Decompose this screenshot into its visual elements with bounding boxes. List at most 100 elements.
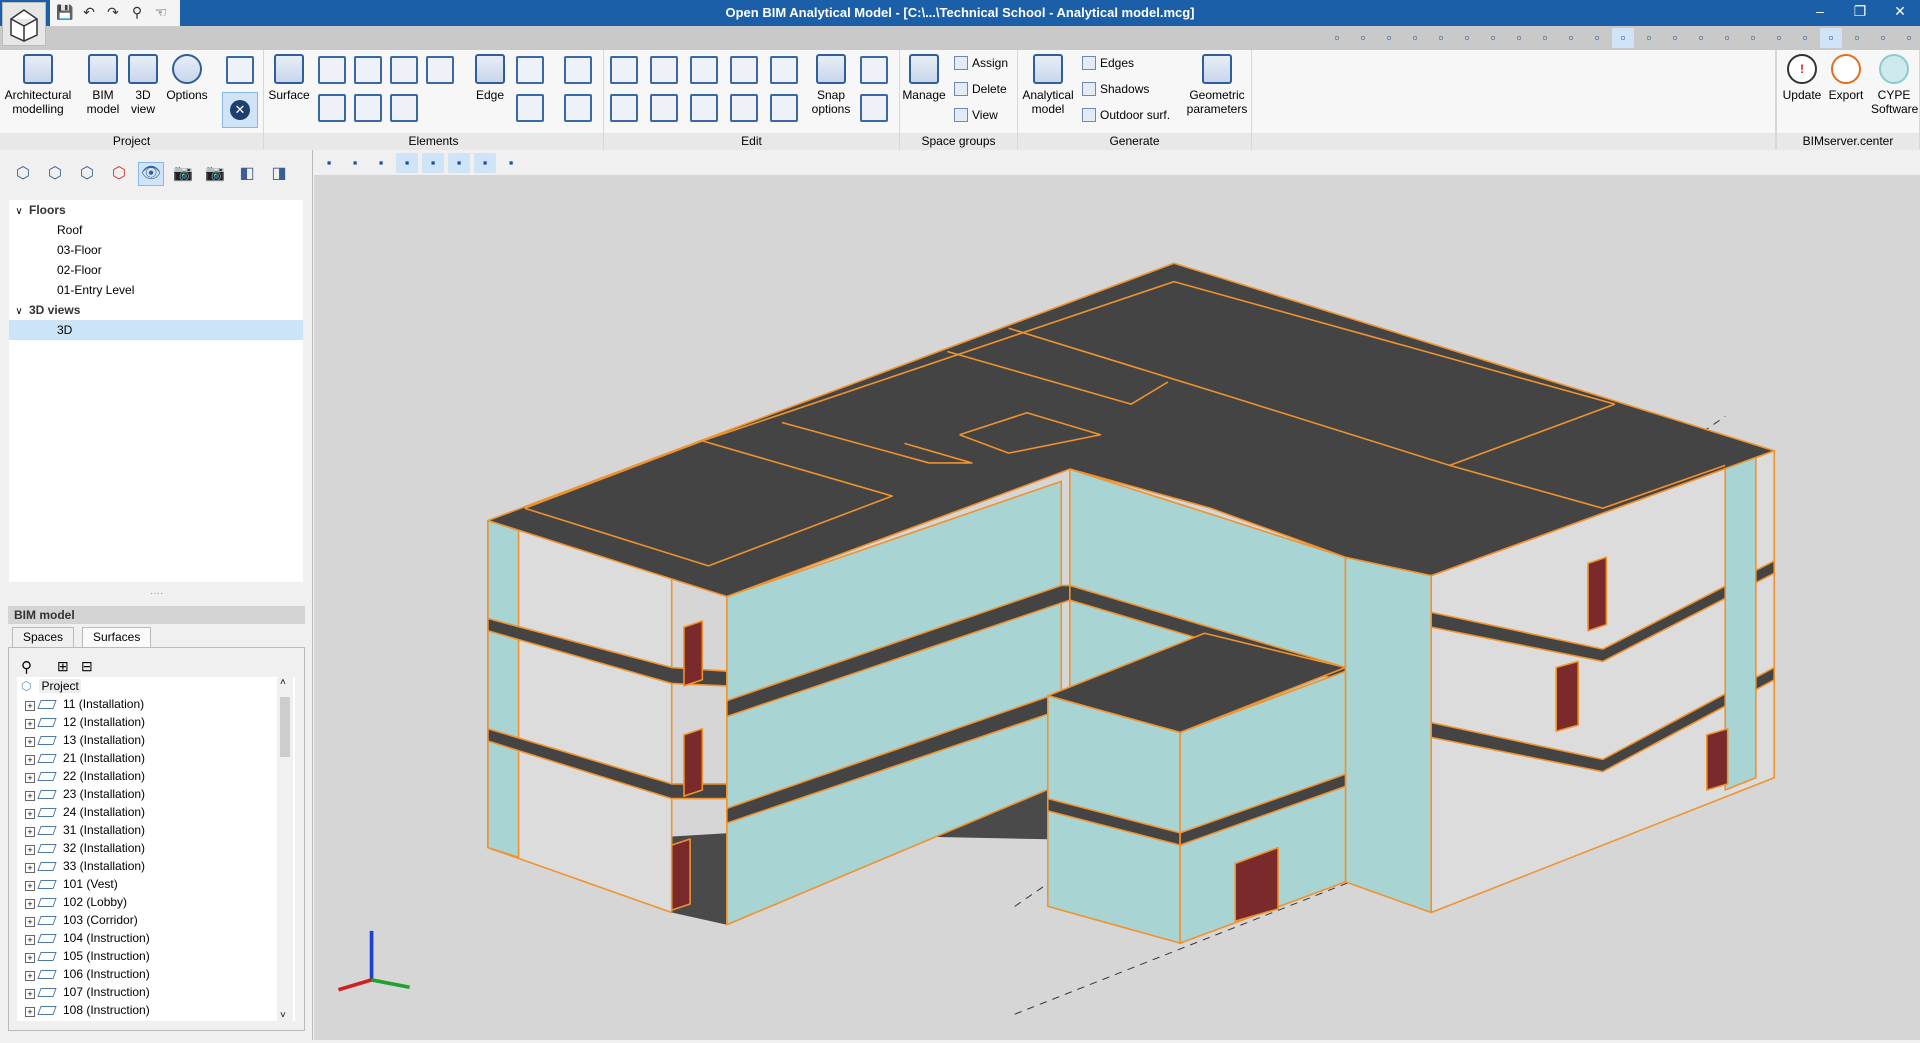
duplicate-surface-icon[interactable]: [318, 94, 346, 122]
copy-icon[interactable]: [730, 56, 758, 84]
list-item[interactable]: +103 (Corridor): [17, 911, 295, 929]
expand-icon[interactable]: +: [25, 773, 35, 783]
zoom-extents-icon[interactable]: ▫: [1326, 28, 1348, 48]
edges-button[interactable]: Edges: [1082, 56, 1134, 70]
edit-surface-icon[interactable]: [318, 56, 346, 84]
edge-button[interactable]: Edge: [470, 54, 510, 102]
zoom-select-icon[interactable]: ▫: [1430, 28, 1452, 48]
parallel-edges-icon[interactable]: [516, 94, 544, 122]
wall-profile-icon[interactable]: [564, 56, 592, 84]
tree-root-project[interactable]: ⬡ Project: [17, 677, 295, 695]
move-vertical-icon[interactable]: [650, 94, 678, 122]
measure-icon[interactable]: [730, 94, 758, 122]
edge-diagonal-icon[interactable]: [516, 56, 544, 84]
splitter-handle[interactable]: ····: [150, 588, 163, 599]
camera-icon[interactable]: 📷: [170, 162, 196, 186]
refresh-icon[interactable]: ▫: [1404, 28, 1426, 48]
mirror-vertical-icon[interactable]: [690, 94, 718, 122]
undo-icon[interactable]: ↶: [80, 4, 98, 22]
expand-icon[interactable]: +: [25, 881, 35, 891]
eye-view-icon[interactable]: 👁: [138, 162, 164, 186]
rotate-view-icon[interactable]: ▪: [370, 153, 392, 173]
expand-icon[interactable]: +: [25, 971, 35, 981]
list-item[interactable]: +106 (Instruction): [17, 965, 295, 983]
tree-item[interactable]: Roof: [9, 220, 303, 240]
layers-icon[interactable]: ▫: [1794, 28, 1816, 48]
align-up-icon[interactable]: [770, 94, 798, 122]
app-menu-button[interactable]: [2, 2, 46, 46]
surface-view-icon[interactable]: ▪: [422, 153, 444, 173]
collapse-all-icon[interactable]: ⊟: [81, 658, 93, 675]
list-item[interactable]: +33 (Installation): [17, 857, 295, 875]
update-button[interactable]: ! Update: [1781, 54, 1823, 102]
copy-view-icon[interactable]: ⬡: [74, 162, 100, 186]
tree-group-views[interactable]: ∨ 3D views: [9, 300, 303, 320]
keyboard-icon[interactable]: ▫: [1690, 28, 1712, 48]
manage-button[interactable]: Manage: [902, 54, 946, 102]
save-icon[interactable]: 💾: [56, 4, 74, 22]
tree-item[interactable]: 03-Floor: [9, 240, 303, 260]
expand-icon[interactable]: +: [25, 1007, 35, 1017]
align-down-icon[interactable]: [770, 56, 798, 84]
dxf-import-icon[interactable]: ▫: [1534, 28, 1556, 48]
dimension-icon[interactable]: ▫: [1716, 28, 1738, 48]
scroll-up-icon[interactable]: ˄: [280, 677, 286, 688]
3d-view-button[interactable]: 3D view: [125, 54, 161, 116]
list-item[interactable]: +13 (Installation): [17, 731, 295, 749]
redo-icon[interactable]: ↷: [104, 4, 122, 22]
building-model[interactable]: [314, 175, 1920, 1040]
delete-button[interactable]: Delete: [954, 82, 1007, 96]
snap-options-button[interactable]: Snap options: [808, 54, 854, 116]
expand-icon[interactable]: +: [25, 755, 35, 765]
expand-icon[interactable]: +: [25, 917, 35, 927]
3d-view-icon[interactable]: ▪: [500, 153, 522, 173]
list-item[interactable]: +105 (Instruction): [17, 947, 295, 965]
expand-icon[interactable]: +: [25, 791, 35, 801]
surface-button[interactable]: Surface: [266, 54, 312, 102]
expand-icon[interactable]: +: [25, 863, 35, 873]
axes-icon[interactable]: ▪: [318, 153, 340, 173]
tree-item[interactable]: 01-Entry Level: [9, 280, 303, 300]
pan-icon[interactable]: ▫: [1456, 28, 1478, 48]
zoom-2x-icon[interactable]: ▫: [1378, 28, 1400, 48]
view-cube-icon[interactable]: [860, 56, 888, 84]
close-button[interactable]: ✕: [1880, 3, 1920, 20]
architectural-modelling-button[interactable]: Architectural modelling: [2, 54, 74, 116]
section-box-icon[interactable]: ◧: [234, 162, 260, 186]
view-window-icon[interactable]: ▫: [1508, 28, 1530, 48]
list-item[interactable]: +104 (Instruction): [17, 929, 295, 947]
list-item[interactable]: +101 (Vest): [17, 875, 295, 893]
floor-view-icon[interactable]: ▪: [448, 153, 470, 173]
restore-button[interactable]: ❐: [1840, 3, 1880, 20]
comment-icon[interactable]: ▫: [1820, 28, 1842, 48]
search-icon[interactable]: ⚲: [21, 658, 32, 676]
list-item[interactable]: +107 (Instruction): [17, 983, 295, 1001]
opening-icon[interactable]: [390, 94, 418, 122]
cancel-button[interactable]: ✕: [222, 92, 258, 128]
list-item[interactable]: +102 (Lobby): [17, 893, 295, 911]
list-item[interactable]: +108 (Instruction): [17, 1001, 295, 1019]
frame-icon[interactable]: ▫: [1612, 28, 1634, 48]
tools-icon[interactable]: ▫: [1846, 28, 1868, 48]
expand-icon[interactable]: +: [25, 845, 35, 855]
delete-view-icon[interactable]: ⬡: [106, 162, 132, 186]
snap-point-icon[interactable]: ▫: [1664, 28, 1686, 48]
bim-model-button[interactable]: BIM model: [84, 54, 122, 116]
expand-icon[interactable]: +: [25, 899, 35, 909]
camera-export-icon[interactable]: 📷: [202, 162, 228, 186]
wall-view-icon[interactable]: ▪: [396, 153, 418, 173]
expand-all-icon[interactable]: ⊞: [57, 658, 69, 675]
tab-surfaces[interactable]: Surfaces: [82, 627, 152, 647]
zoom-window-icon[interactable]: ▫: [1352, 28, 1374, 48]
expand-icon[interactable]: +: [25, 827, 35, 837]
edit-cube-icon[interactable]: [860, 94, 888, 122]
view-button[interactable]: View: [954, 108, 998, 122]
add-view-icon[interactable]: ⬡: [10, 162, 36, 186]
expand-icon[interactable]: +: [25, 701, 35, 711]
list-item[interactable]: +23 (Installation): [17, 785, 295, 803]
cut-surface-icon[interactable]: [354, 94, 382, 122]
list-item[interactable]: +32 (Installation): [17, 839, 295, 857]
grid-icon[interactable]: ▫: [1638, 28, 1660, 48]
dxf-layers-icon[interactable]: ▫: [1560, 28, 1582, 48]
3d-viewport[interactable]: [314, 175, 1920, 1040]
